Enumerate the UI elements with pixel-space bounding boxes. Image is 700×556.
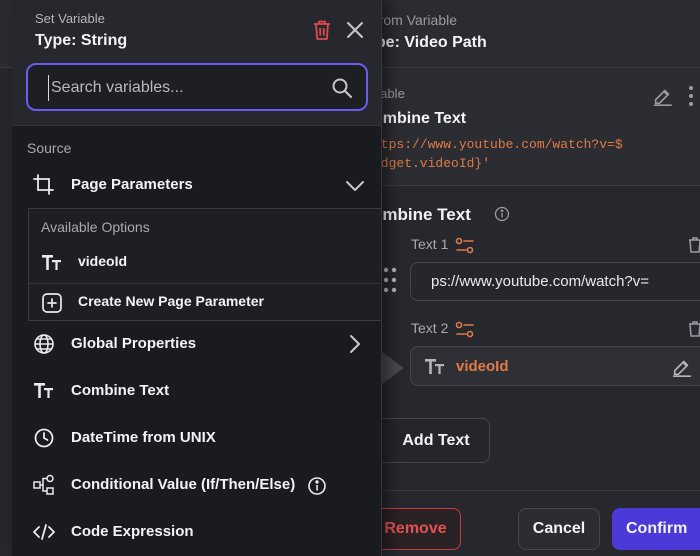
popup-subtitle: Set Variable [35,11,105,26]
text-type-icon [425,359,444,374]
plus-square-icon [42,293,62,313]
editor-title: ype: Video Path [367,34,487,51]
text-1-field[interactable]: ps://www.youtube.com/watch?v= [410,262,700,301]
app-stage: t from Variable ype: Video Path riable o… [0,0,700,556]
source-item-datetime-from-unix[interactable]: DateTime from UNIX [12,419,381,459]
close-icon[interactable] [345,20,365,40]
source-item-label: DateTime from UNIX [71,429,216,446]
source-item-code-expression[interactable]: Code Expression [12,513,381,553]
set-variable-popup: Set Variable Type: String Source Page Pa… [12,0,382,556]
tune-icon[interactable] [455,237,475,255]
code-icon [33,524,55,540]
trash-icon[interactable] [312,19,332,41]
text-2-label: Text 2 [411,320,449,336]
edit-pencil-icon[interactable] [671,356,693,378]
variable-code-line-1: ttps://www.youtube.com/watch?v=$ [373,137,623,152]
source-label: Source [27,140,72,156]
source-item-page-parameters[interactable]: Page Parameters [12,166,381,206]
drag-handle-icon[interactable] [383,266,397,294]
text-1-value: ps://www.youtube.com/watch?v= [431,273,650,290]
source-item-combine-text[interactable]: Combine Text [12,372,381,412]
search-input[interactable] [48,75,318,101]
combine-text-heading: ombine Text [372,205,471,224]
confirm-button[interactable]: Confirm [612,508,700,550]
conditional-icon [33,474,54,495]
popup-title: Type: String [35,32,128,49]
chevron-down-icon[interactable] [345,176,365,196]
create-page-parameter-button[interactable]: Create New Page Parameter [29,283,381,321]
option-label: Create New Page Parameter [78,293,264,309]
globe-icon [34,334,54,354]
cancel-button[interactable]: Cancel [518,508,600,550]
clock-icon [34,428,54,448]
divider [28,320,381,321]
crop-icon [33,174,54,195]
text-2-value: videoId [456,358,509,375]
source-item-label: Code Expression [71,523,194,540]
add-text-button[interactable]: Add Text [370,418,490,463]
source-item-global-properties[interactable]: Global Properties [12,325,381,365]
more-vertical-icon[interactable] [686,84,696,108]
available-options-title: Available Options [41,219,150,235]
chevron-right-icon[interactable] [345,334,365,354]
text-2-field[interactable]: videoId [410,346,700,386]
source-item-conditional-value[interactable]: Conditional Value (If/Then/Else) [12,466,381,506]
pointer-arrow [382,352,404,384]
info-icon[interactable] [307,476,327,496]
variable-code-line-2: idget.videoId}' [373,156,491,171]
available-options-panel: Available Options videoId Create New Pag… [28,208,381,321]
option-videoid[interactable]: videoId [29,243,381,281]
variable-value: ombine Text [373,110,467,127]
text-type-icon [42,255,61,270]
popup-header: Set Variable Type: String [12,0,381,126]
text-1-label: Text 1 [411,236,449,252]
source-item-label: Global Properties [71,335,197,352]
info-icon[interactable] [494,206,510,222]
source-item-label: Combine Text [71,382,170,399]
edit-pencil-icon[interactable] [652,85,674,107]
variable-card[interactable]: riable ombine Text ttps://www.youtube.co… [355,68,700,186]
option-label: videoId [78,253,128,269]
source-item-label: Conditional Value (If/Then/Else) [71,476,296,493]
trash-icon[interactable] [687,320,700,338]
search-box [26,63,368,111]
search-icon[interactable] [331,77,353,99]
text-type-icon [34,383,53,398]
source-item-label: Page Parameters [71,176,193,193]
tune-icon[interactable] [455,321,475,339]
trash-icon[interactable] [687,236,700,254]
